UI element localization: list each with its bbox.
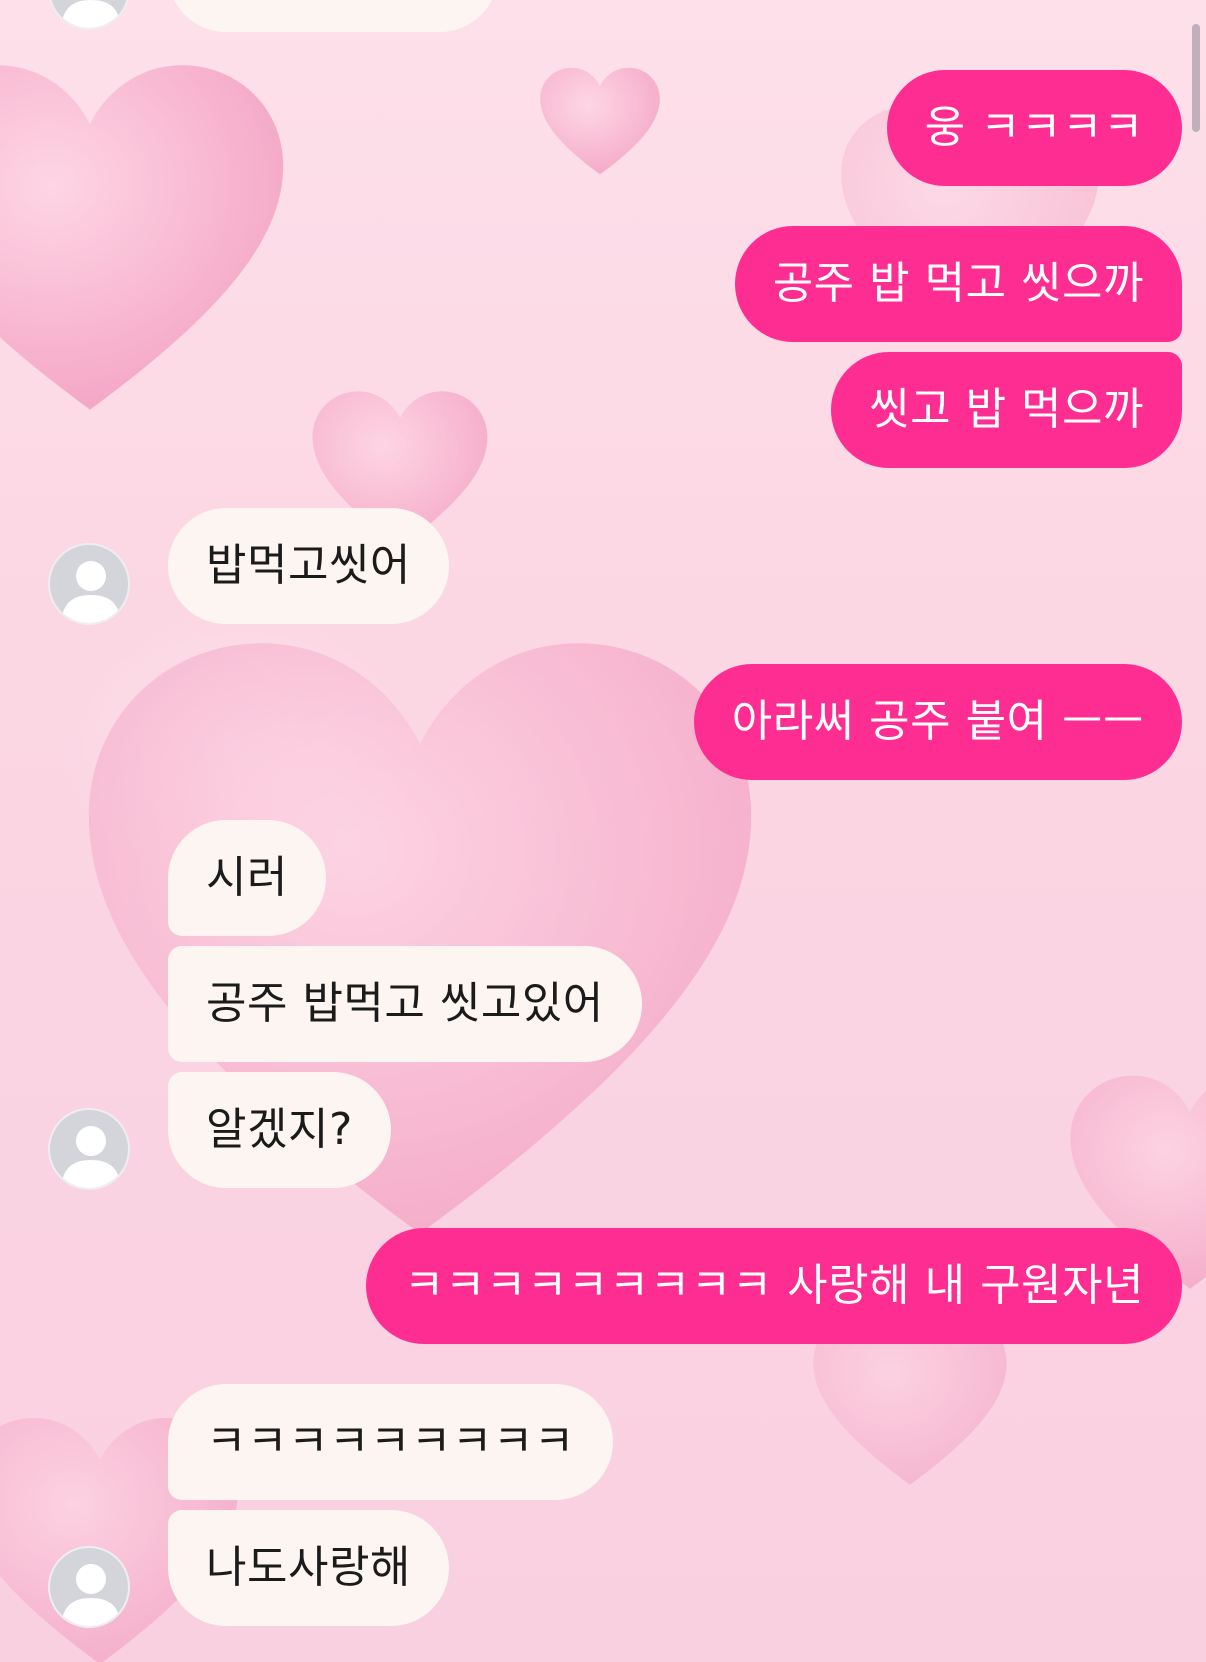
chat-area: 웅 ㅋㅋㅋㅋ 공주 밥 먹고 씻으까 씻고 밥 먹으까 밥먹고씻어 아라써 공주… xyxy=(0,0,1206,1662)
avatar[interactable] xyxy=(48,543,130,625)
scrollbar[interactable] xyxy=(1192,24,1200,132)
heart-decoration-icon xyxy=(0,65,284,410)
message-bubble-incoming[interactable]: 나도사랑해 xyxy=(168,1510,449,1626)
avatar[interactable] xyxy=(48,0,130,30)
message-bubble-outgoing[interactable]: 웅 ㅋㅋㅋㅋ xyxy=(886,70,1182,186)
avatar[interactable] xyxy=(48,1108,130,1190)
default-profile-icon xyxy=(61,0,121,28)
message-bubble-incoming[interactable]: 알겠지? xyxy=(168,1072,391,1188)
message-bubble-outgoing[interactable]: 공주 밥 먹고 씻으까 xyxy=(734,226,1182,342)
message-bubble-incoming[interactable]: 공주 밥먹고 씻고있어 xyxy=(168,946,642,1062)
message-bubble-outgoing[interactable]: 아라써 공주 붙여 ㅡㅡ xyxy=(693,664,1182,780)
message-bubble-partial xyxy=(168,0,498,32)
message-bubble-outgoing[interactable]: 씻고 밥 먹으까 xyxy=(831,352,1182,468)
message-bubble-incoming[interactable]: 밥먹고씻어 xyxy=(168,508,449,624)
heart-decoration-icon xyxy=(540,67,660,175)
message-bubble-incoming[interactable]: ㅋㅋㅋㅋㅋㅋㅋㅋㅋ xyxy=(168,1384,613,1500)
message-bubble-outgoing[interactable]: ㅋㅋㅋㅋㅋㅋㅋㅋㅋ 사랑해 내 구원자년 xyxy=(365,1228,1182,1344)
avatar[interactable] xyxy=(48,1546,130,1628)
message-bubble-incoming[interactable]: 시러 xyxy=(168,820,326,936)
